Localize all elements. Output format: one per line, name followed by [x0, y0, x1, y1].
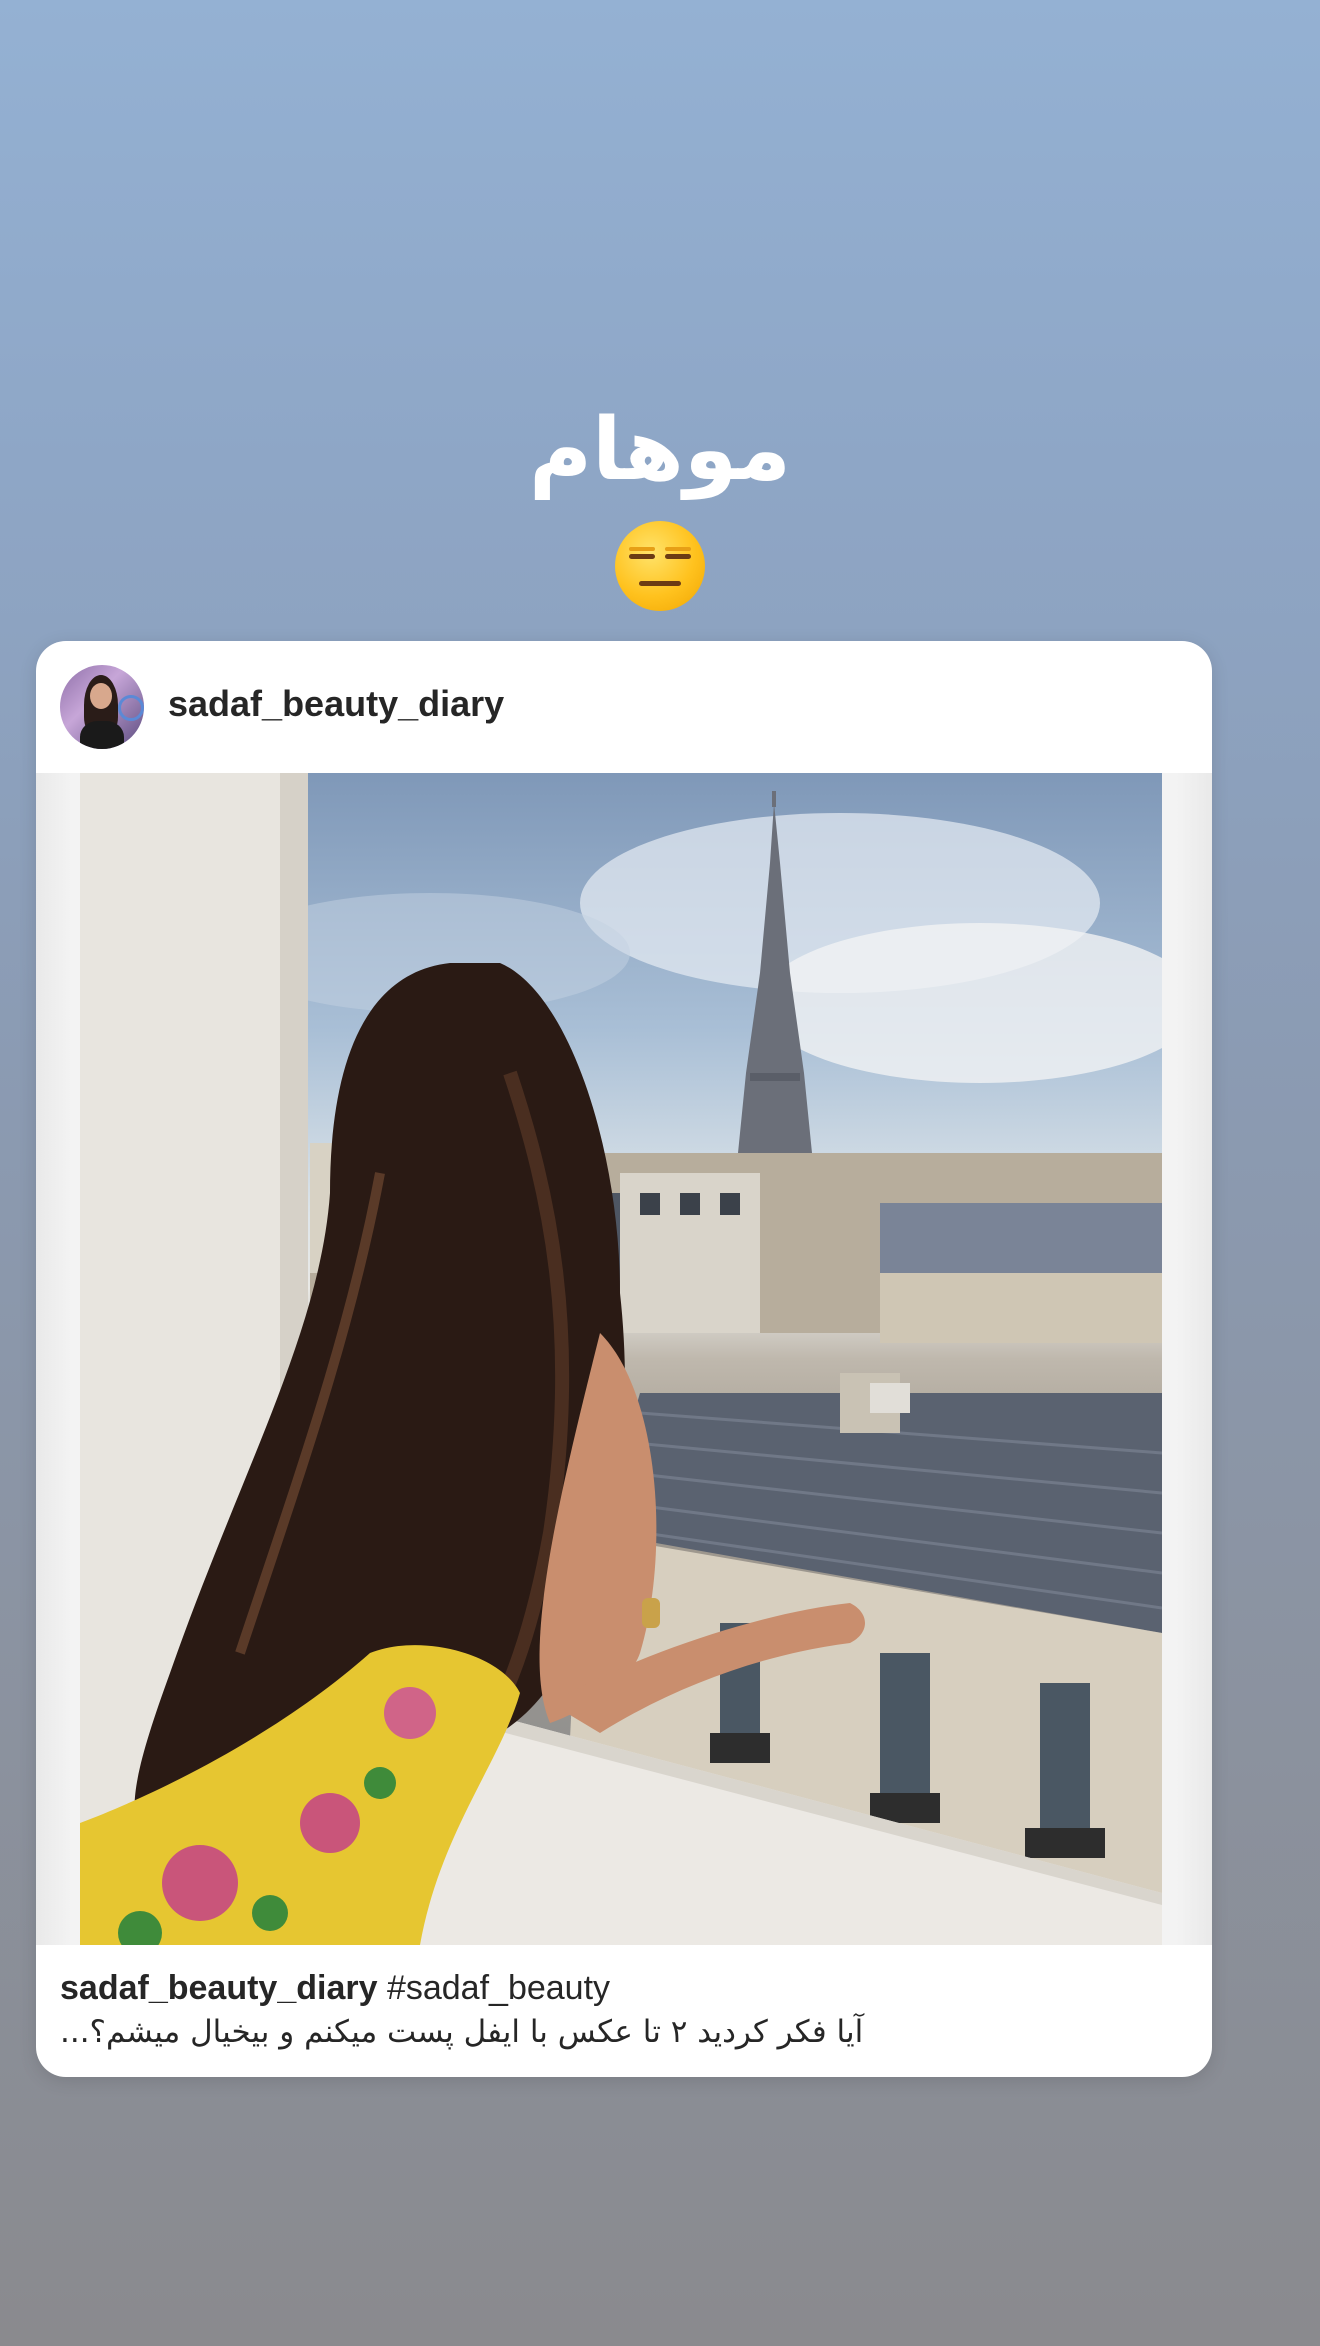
photo-illustration [80, 773, 1162, 1945]
post-photo-area [36, 773, 1212, 1945]
story-text: موهام [528, 400, 792, 500]
caption-text: آیا فکر کردید ۲ تا عکس با ایفل پست میکنم… [60, 2014, 864, 2050]
post-caption: sadaf_beauty_diary #sadaf_beauty [60, 1967, 1188, 2009]
caption-hashtag[interactable]: #sadaf_beauty [387, 1969, 610, 2007]
post-username[interactable]: sadaf_beauty_diary [168, 683, 504, 725]
post-photo [80, 773, 1162, 1945]
caption-username[interactable]: sadaf_beauty_diary [60, 1969, 378, 2007]
expressionless-face-icon [615, 521, 705, 611]
avatar[interactable] [60, 665, 144, 749]
post-header[interactable]: sadaf_beauty_diary [36, 641, 1212, 773]
shared-post-card[interactable]: sadaf_beauty_diary sadaf_beauty_diary #s… [36, 641, 1212, 2077]
